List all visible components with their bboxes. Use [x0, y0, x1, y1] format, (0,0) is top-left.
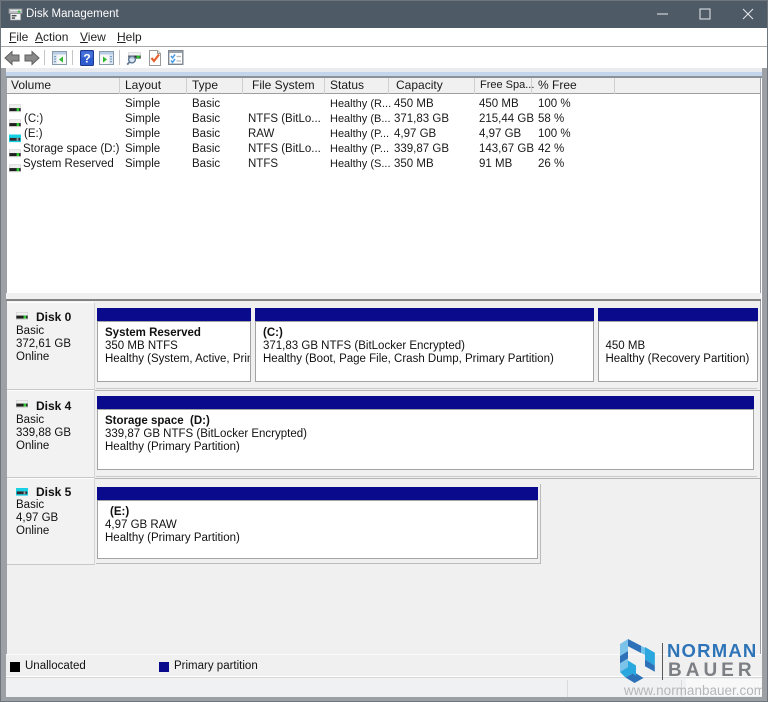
svg-text:?: ? [83, 52, 90, 66]
